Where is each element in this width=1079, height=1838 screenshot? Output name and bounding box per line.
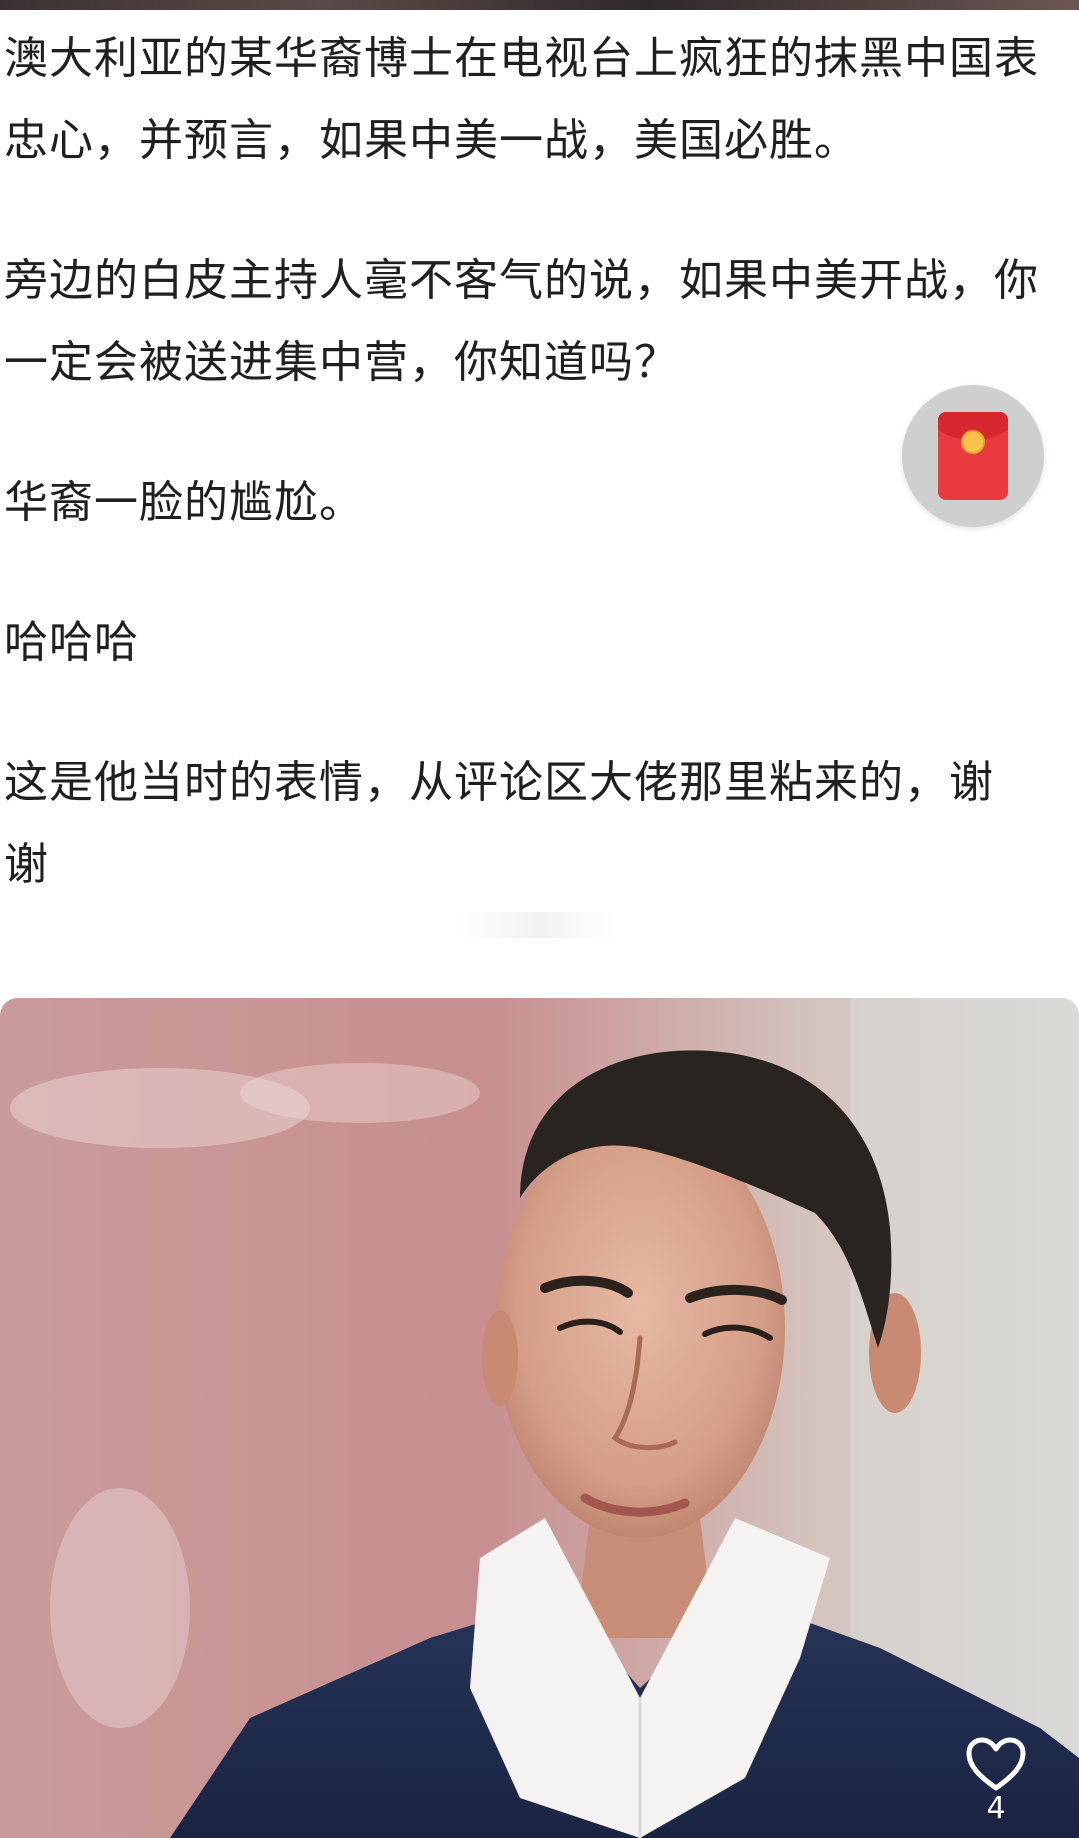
post-photo[interactable] [0, 998, 1079, 1838]
red-packet-button[interactable] [902, 385, 1044, 527]
post-paragraph-2: 旁边的白皮主持人毫不客气的说，如果中美开战，你一定会被送进集中营，你知道吗？ [4, 255, 1039, 388]
man-in-suit-photo [0, 998, 1079, 1838]
top-image-edge [0, 0, 1079, 10]
like-count: 4 [986, 1791, 1006, 1826]
post-paragraph-5: 这是他当时的表情，从评论区大佬那里粘来的，谢谢 [4, 757, 994, 890]
red-packet-coin [961, 430, 985, 454]
like-button[interactable]: 4 [960, 1736, 1032, 1836]
post-paragraph-4: 哈哈哈 [4, 617, 139, 668]
post-paragraph-1: 澳大利亚的某华裔博士在电视台上疯狂的抹黑中国表忠心，并预言，如果中美一战，美国必… [4, 33, 1039, 166]
post-body: 澳大利亚的某华裔博士在电视台上疯狂的抹黑中国表忠心，并预言，如果中美一战，美国必… [0, 18, 1060, 906]
faint-watermark-smudge [458, 912, 618, 938]
post-paragraph-3: 华裔一脸的尴尬。 [4, 477, 364, 528]
red-packet-icon [938, 412, 1008, 500]
heart-outline-icon [966, 1737, 1026, 1791]
